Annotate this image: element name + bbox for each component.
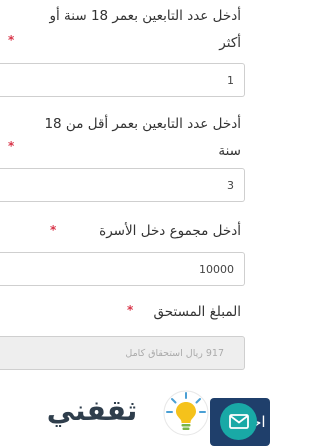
required-marker: * bbox=[127, 303, 134, 317]
amount-due-label: المبلغ المستحق bbox=[153, 304, 241, 320]
logo-text: ثقفني bbox=[46, 394, 138, 427]
adults-count-input[interactable]: 1 bbox=[0, 63, 245, 97]
required-marker: * bbox=[8, 139, 15, 153]
required-marker: * bbox=[50, 223, 57, 237]
household-income-label: أدخل مجموع دخل الأسرة bbox=[99, 223, 241, 239]
adults-count-value: 1 bbox=[227, 74, 234, 87]
calculator-form: أدخل عدد التابعين بعمر 18 سنة أو أكثر * … bbox=[0, 0, 270, 448]
adults-count-label-line2: أكثر bbox=[219, 35, 241, 51]
amount-due-value: 917 ريال استحقاق كامل bbox=[125, 348, 224, 359]
minors-count-value: 3 bbox=[227, 179, 234, 192]
household-income-input[interactable]: 10000 bbox=[0, 252, 245, 286]
amount-due-field: 917 ريال استحقاق كامل bbox=[0, 336, 245, 370]
household-income-value: 10000 bbox=[199, 263, 234, 276]
minors-count-label-line1: أدخل عدد التابعين بعمر أقل من 18 bbox=[44, 116, 241, 132]
lightbulb-icon bbox=[163, 390, 209, 436]
envelope-icon[interactable] bbox=[220, 403, 257, 440]
minors-count-label-line2: سنة bbox=[218, 143, 241, 159]
adults-count-label-line1: أدخل عدد التابعين بعمر 18 سنة أو bbox=[49, 8, 241, 24]
site-logo: ثقفني bbox=[28, 386, 218, 440]
minors-count-input[interactable]: 3 bbox=[0, 168, 245, 202]
required-marker: * bbox=[8, 33, 15, 47]
